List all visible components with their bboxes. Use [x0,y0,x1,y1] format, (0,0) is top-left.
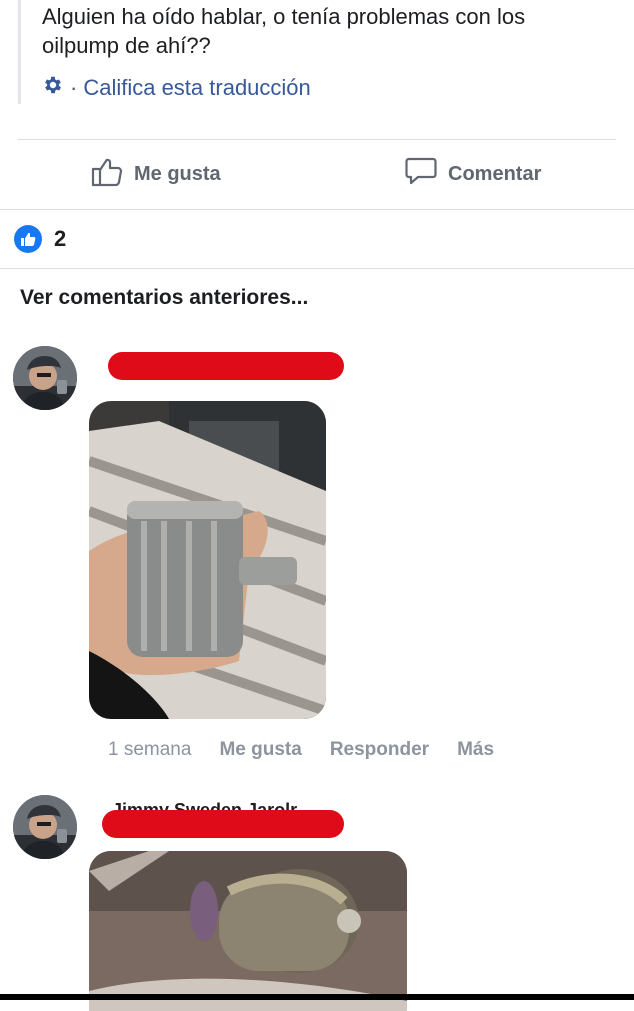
reactions-summary[interactable]: 2 [14,224,66,254]
comment-photo[interactable] [89,851,407,1011]
gear-icon [42,74,70,102]
thumbs-up-outline-icon [90,154,134,194]
translate-separator: · [70,75,78,100]
rate-translation-link[interactable]: · Califica esta traducción [42,74,311,102]
comment-actions: 1 semana Me gusta Responder Más [108,736,522,764]
redacted-author-name [108,352,344,380]
avatar[interactable] [13,346,77,410]
comment-time[interactable]: 1 semana [108,739,191,761]
comment-more-button[interactable]: Más [457,739,494,761]
post-text: Alguien ha oído hablar, o tenía problema… [42,4,526,58]
rate-translation-label: Califica esta traducción [83,75,311,100]
divider [18,139,616,140]
comment-reply-button[interactable]: Responder [330,739,429,761]
comment-label: Comentar [448,162,542,185]
bottom-edge [0,994,634,1000]
redacted-author-name [102,810,344,838]
like-label: Me gusta [134,162,221,185]
divider [0,268,634,269]
like-badge-icon [14,225,42,253]
like-button[interactable]: Me gusta [90,154,221,194]
comment-photo[interactable] [89,401,326,719]
comment-like-button[interactable]: Me gusta [219,739,301,761]
avatar[interactable] [13,795,77,859]
reaction-count: 2 [54,226,67,251]
comment-button[interactable]: Comentar [404,154,541,194]
speech-bubble-icon [404,154,448,194]
view-previous-comments-link[interactable]: Ver comentarios anteriores... [20,286,308,310]
divider [0,209,634,210]
